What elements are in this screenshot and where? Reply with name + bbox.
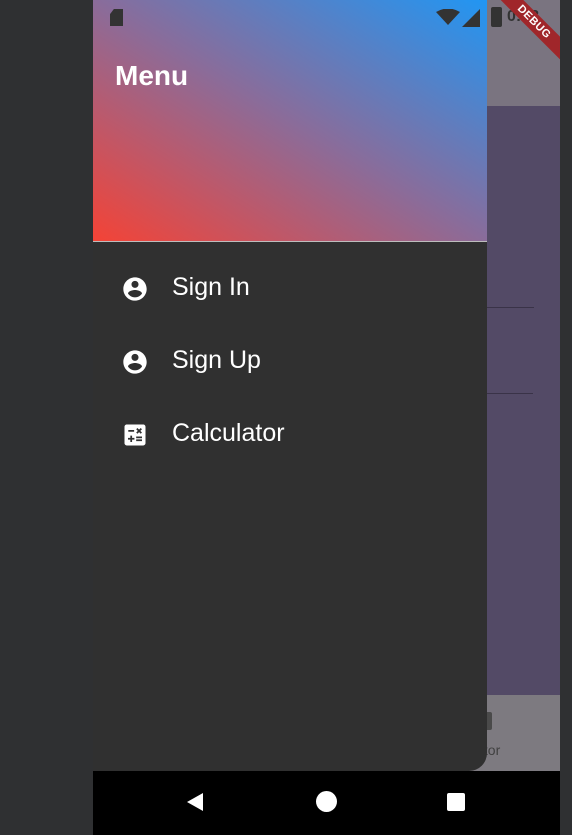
drawer-header: Menu [93, 0, 487, 242]
wifi-icon [436, 9, 460, 25]
navigation-drawer: Menu Sign In Sign Up Calculator [93, 0, 487, 771]
recents-icon[interactable] [447, 793, 465, 811]
menu-item-label: Calculator [172, 419, 285, 447]
menu-item-sign-up[interactable]: Sign Up [93, 331, 487, 391]
back-icon[interactable] [187, 793, 203, 811]
drawer-title: Menu [115, 60, 189, 91]
battery-charging-icon [491, 7, 502, 27]
sd-card-icon [110, 9, 123, 26]
menu-item-sign-in[interactable]: Sign In [93, 258, 487, 318]
menu-item-label: Sign In [172, 273, 250, 301]
status-bar: 0:48 [93, 0, 560, 34]
home-icon[interactable] [316, 791, 337, 812]
menu-item-calculator[interactable]: Calculator [93, 404, 487, 464]
calculate-icon [124, 424, 146, 446]
form-field-underline [486, 393, 533, 394]
account-circle-icon [123, 277, 147, 301]
phone-screen: lator 0:48 Menu Sign In Sign Up [93, 0, 560, 835]
system-navigation-bar [93, 771, 560, 835]
account-circle-icon [123, 350, 147, 374]
form-field-underline [486, 307, 534, 308]
cell-signal-icon [462, 9, 480, 27]
menu-item-label: Sign Up [172, 346, 261, 374]
